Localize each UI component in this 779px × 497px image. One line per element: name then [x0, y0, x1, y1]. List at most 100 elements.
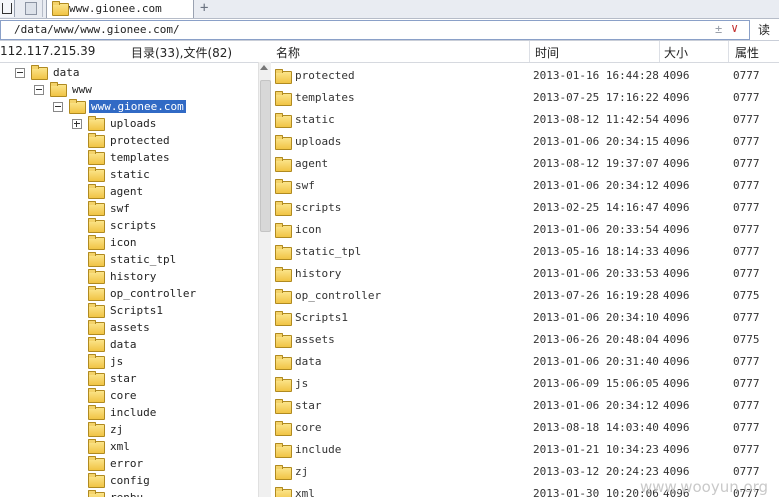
table-row[interactable]: uploads 2013-01-06 20:34:15 4096 0777: [270, 131, 779, 153]
tree-node[interactable]: templates: [88, 149, 172, 166]
table-row[interactable]: swf 2013-01-06 20:34:12 4096 0777: [270, 175, 779, 197]
file-size: 4096: [663, 113, 690, 126]
file-time: 2013-06-26 20:48:04: [533, 333, 659, 346]
table-row[interactable]: core 2013-08-18 14:03:40 4096 0777: [270, 417, 779, 439]
file-attr: 0777: [733, 245, 760, 258]
tree-node[interactable]: zj: [88, 421, 125, 438]
file-name: op_controller: [295, 289, 382, 302]
file-name: agent: [295, 157, 329, 170]
collapse-icon[interactable]: [15, 68, 25, 78]
tree-node[interactable]: static: [88, 166, 152, 183]
tree-node-label: data: [53, 66, 80, 79]
tree-node[interactable]: xml: [88, 438, 132, 455]
file-time: 2013-01-06 20:33:53: [533, 267, 659, 280]
file-size: 4096: [663, 245, 690, 258]
table-row[interactable]: protected 2013-01-16 16:44:28 4096 0777: [270, 65, 779, 87]
table-row[interactable]: op_controller 2013-07-26 16:19:28 4096 0775: [270, 285, 779, 307]
folder-icon: [88, 286, 105, 301]
tree-node[interactable]: icon: [88, 234, 139, 251]
tree-node[interactable]: www.gionee.com: [53, 98, 187, 115]
folder-icon: [275, 399, 292, 414]
file-name: Scripts1: [295, 311, 348, 324]
collapse-icon[interactable]: [53, 102, 63, 112]
folder-icon: [275, 355, 292, 370]
table-row[interactable]: static_tpl 2013-05-16 18:14:33 4096 0777: [270, 241, 779, 263]
plus-minus-icon[interactable]: ±: [715, 22, 722, 36]
file-name: uploads: [295, 135, 342, 148]
table-row[interactable]: templates 2013-07-25 17:16:22 4096 0777: [270, 87, 779, 109]
tree-node[interactable]: data: [15, 64, 82, 81]
file-attr: 0777: [733, 157, 760, 170]
window-icon[interactable]: [0, 0, 15, 17]
tree-node[interactable]: Scripts1: [88, 302, 165, 319]
page-icon[interactable]: [20, 0, 43, 17]
tree-node-label: agent: [110, 185, 144, 198]
table-row[interactable]: star 2013-01-06 20:34:12 4096 0777: [270, 395, 779, 417]
file-attr: 0777: [733, 267, 760, 280]
folder-icon: [52, 1, 69, 16]
table-row[interactable]: agent 2013-08-12 19:37:07 4096 0777: [270, 153, 779, 175]
tree-node[interactable]: agent: [88, 183, 145, 200]
folder-icon: [50, 82, 67, 97]
file-name: static: [295, 113, 335, 126]
file-time: 2013-01-06 20:33:54: [533, 223, 659, 236]
file-name: zj: [295, 465, 309, 478]
scroll-up-icon[interactable]: [260, 65, 268, 70]
tree-node[interactable]: error: [88, 455, 145, 472]
tree-node[interactable]: config: [88, 472, 152, 489]
folder-icon: [88, 252, 105, 267]
tree-node[interactable]: data: [88, 336, 139, 353]
tree-node[interactable]: uploads: [72, 115, 158, 132]
column-name[interactable]: 名称: [276, 44, 300, 61]
tree-node[interactable]: history: [88, 268, 158, 285]
column-time[interactable]: 时间: [535, 44, 559, 61]
tree-node[interactable]: www: [34, 81, 94, 98]
folder-icon: [88, 184, 105, 199]
tree-node[interactable]: op_controller: [88, 285, 198, 302]
table-row[interactable]: data 2013-01-06 20:31:40 4096 0777: [270, 351, 779, 373]
file-attr: 0777: [733, 443, 760, 456]
tree-node[interactable]: assets: [88, 319, 152, 336]
table-row[interactable]: Scripts1 2013-01-06 20:34:10 4096 0777: [270, 307, 779, 329]
file-time: 2013-01-16 16:44:28: [533, 69, 659, 82]
table-row[interactable]: icon 2013-01-06 20:33:54 4096 0777: [270, 219, 779, 241]
column-attr[interactable]: 属性: [735, 44, 759, 61]
column-size[interactable]: 大小: [664, 44, 688, 61]
tree-node-label: js: [110, 355, 124, 368]
file-name: history: [295, 267, 342, 280]
collapse-icon[interactable]: [34, 85, 44, 95]
expand-icon[interactable]: [72, 119, 82, 129]
tree-node[interactable]: star: [88, 370, 139, 387]
tree-node[interactable]: core: [88, 387, 139, 404]
file-attr: 0777: [733, 399, 760, 412]
table-row[interactable]: scripts 2013-02-25 14:16:47 4096 0777: [270, 197, 779, 219]
file-name: xml: [295, 487, 315, 497]
tree-node[interactable]: static_tpl: [88, 251, 178, 268]
table-row[interactable]: history 2013-01-06 20:33:53 4096 0777: [270, 263, 779, 285]
tree-node[interactable]: include: [88, 404, 158, 421]
table-row[interactable]: static 2013-08-12 11:42:54 4096 0777: [270, 109, 779, 131]
read-button[interactable]: 读: [758, 21, 770, 38]
tab-active[interactable]: www.gionee.com: [46, 0, 194, 18]
tree-node-label: config: [110, 474, 150, 487]
path-input[interactable]: /data/www/www.gionee.com/ ± ∨: [0, 20, 750, 40]
tree-node[interactable]: swf: [88, 200, 132, 217]
file-attr: 0777: [733, 91, 760, 104]
folder-icon: [275, 487, 292, 497]
file-time: 2013-03-12 20:24:23: [533, 465, 659, 478]
file-attr: 0777: [733, 179, 760, 192]
table-row[interactable]: js 2013-06-09 15:06:05 4096 0777: [270, 373, 779, 395]
tree-node[interactable]: protected: [88, 132, 172, 149]
folder-icon: [88, 303, 105, 318]
tree-node[interactable]: js: [88, 353, 125, 370]
tree-node[interactable]: scripts: [88, 217, 158, 234]
file-time: 2013-08-12 19:37:07: [533, 157, 659, 170]
tree-node[interactable]: renbu: [88, 489, 145, 497]
chevron-down-icon[interactable]: ∨: [731, 21, 738, 35]
table-row[interactable]: include 2013-01-21 10:34:23 4096 0777: [270, 439, 779, 461]
tree-node-label: swf: [110, 202, 130, 215]
new-tab-button[interactable]: +: [200, 0, 208, 16]
tree-node-label: data: [110, 338, 137, 351]
table-row[interactable]: assets 2013-06-26 20:48:04 4096 0775: [270, 329, 779, 351]
tree-node-label: uploads: [110, 117, 157, 130]
